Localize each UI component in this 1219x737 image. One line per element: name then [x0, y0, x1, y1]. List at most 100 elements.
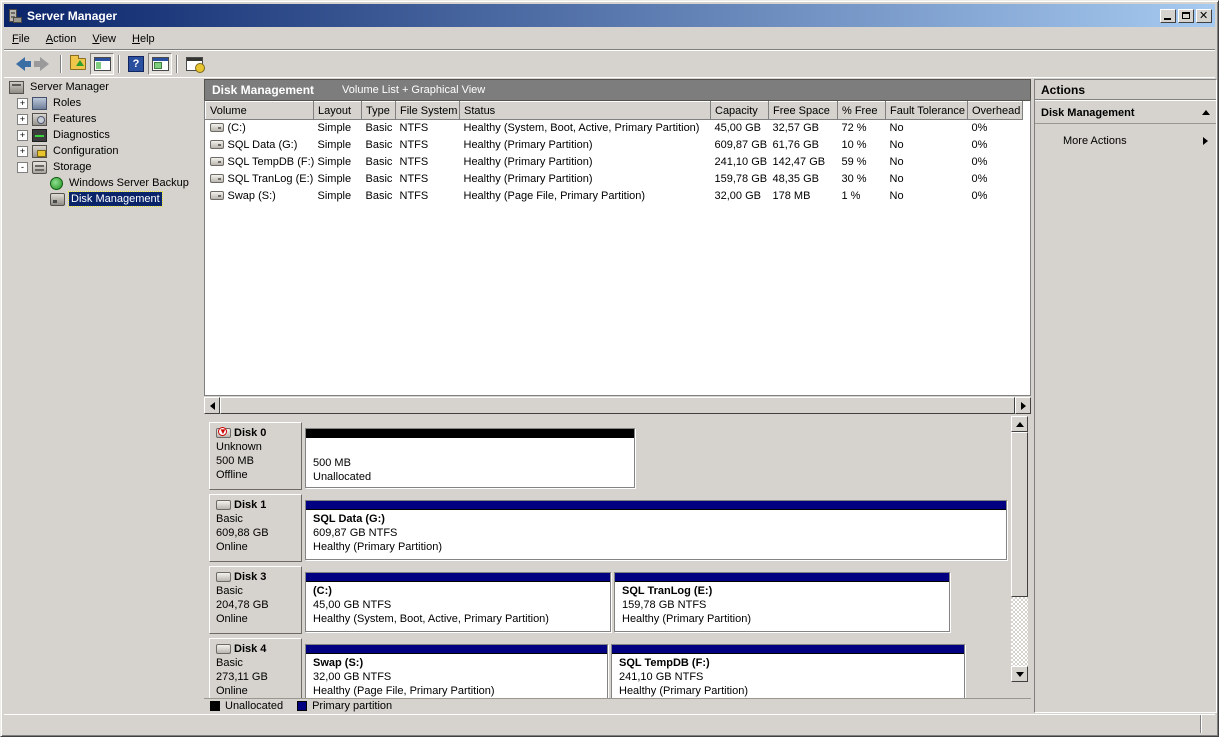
partition-sql-data[interactable]: SQL Data (G:) 609,87 GB NTFS Healthy (Pr… — [305, 500, 1007, 560]
volume-icon — [210, 123, 224, 132]
tree-item-features[interactable]: + Features — [5, 111, 201, 127]
help-icon: ? — [128, 56, 144, 72]
horizontal-scrollbar[interactable] — [204, 397, 1031, 414]
disk4-label[interactable]: Disk 4 Basic 273,11 GB Online — [209, 638, 302, 698]
storage-icon — [32, 161, 47, 174]
tree-item-server-manager[interactable]: Server Manager — [5, 79, 201, 95]
column-header-capacity[interactable]: Capacity — [711, 102, 769, 120]
folder-up-icon — [70, 58, 86, 70]
toolbar-separator — [176, 55, 178, 73]
column-header-volume[interactable]: Volume — [206, 102, 314, 120]
expand-icon[interactable]: + — [17, 114, 28, 125]
primary-partition-color-swatch — [297, 701, 307, 711]
graphical-view: ▼Disk 0 Unknown 500 MB Offline 500 MB Un… — [204, 414, 1031, 698]
tree-item-windows-server-backup[interactable]: Windows Server Backup — [5, 175, 201, 191]
partition-color-bar — [306, 573, 610, 582]
configuration-icon — [32, 145, 47, 158]
submenu-arrow-icon — [1203, 137, 1208, 145]
status-bar — [4, 714, 1215, 733]
console-options-button[interactable] — [182, 53, 206, 75]
vertical-scrollbar[interactable] — [1011, 416, 1028, 682]
action-pane-icon — [152, 57, 169, 71]
vertical-scrollbar-thumb[interactable] — [1011, 432, 1028, 597]
status-bar-pane — [4, 715, 1200, 733]
disk-row-0: ▼Disk 0 Unknown 500 MB Offline 500 MB Un… — [209, 422, 1031, 490]
toolbar: ? — [4, 51, 1215, 78]
horizontal-scrollbar-thumb[interactable] — [220, 397, 1015, 414]
maximize-button[interactable] — [1178, 9, 1194, 23]
menu-help[interactable]: Help — [124, 30, 163, 48]
column-header-status[interactable]: Status — [460, 102, 711, 120]
volume-row-sql-tranlog[interactable]: SQL TranLog (E:) Simple Basic NTFS Healt… — [206, 171, 1023, 188]
title-bar[interactable]: Server Manager ✕ — [4, 4, 1215, 27]
menu-view[interactable]: View — [84, 30, 124, 48]
volume-row-sql-data[interactable]: SQL Data (G:) Simple Basic NTFS Healthy … — [206, 137, 1023, 154]
server-manager-icon — [9, 81, 24, 94]
forward-button[interactable] — [32, 53, 56, 75]
pane-title: Disk Management — [212, 83, 314, 97]
console-tree: Server Manager + Roles + Features + Diag… — [5, 79, 201, 713]
partition-sql-tranlog[interactable]: SQL TranLog (E:) 159,78 GB NTFS Healthy … — [614, 572, 950, 632]
tree-item-roles[interactable]: + Roles — [5, 95, 201, 111]
scroll-down-button[interactable] — [1011, 666, 1028, 682]
disk-management-pane: Disk Management Volume List + Graphical … — [204, 79, 1031, 713]
expand-icon[interactable]: + — [17, 98, 28, 109]
help-button[interactable]: ? — [124, 53, 148, 75]
partition-sql-tempdb[interactable]: SQL TempDB (F:) 241,10 GB NTFS Healthy (… — [611, 644, 965, 698]
vertical-scrollbar-track[interactable] — [1011, 597, 1028, 666]
console-options-icon — [186, 57, 203, 71]
scroll-right-button[interactable] — [1015, 397, 1031, 414]
more-actions-item[interactable]: More Actions — [1035, 130, 1216, 152]
show-hide-console-tree-button[interactable] — [90, 53, 114, 75]
back-button[interactable] — [8, 53, 32, 75]
disk1-label[interactable]: Disk 1 Basic 609,88 GB Online — [209, 494, 302, 562]
volume-row-c[interactable]: (C:) Simple Basic NTFS Healthy (System, … — [206, 120, 1023, 137]
menu-action[interactable]: Action — [38, 30, 85, 48]
column-header-layout[interactable]: Layout — [314, 102, 362, 120]
windows-server-backup-icon — [50, 177, 63, 190]
volume-row-sql-tempdb[interactable]: SQL TempDB (F:) Simple Basic NTFS Health… — [206, 154, 1023, 171]
minimize-button[interactable] — [1160, 9, 1176, 23]
tree-item-disk-management[interactable]: Disk Management — [5, 191, 201, 207]
features-icon — [32, 113, 47, 126]
column-header-free-space[interactable]: Free Space — [769, 102, 838, 120]
column-header-fault-tolerance[interactable]: Fault Tolerance — [886, 102, 968, 120]
volume-row-swap[interactable]: Swap (S:) Simple Basic NTFS Healthy (Pag… — [206, 188, 1023, 205]
collapse-section-icon[interactable] — [1202, 110, 1210, 115]
partition-color-bar — [615, 573, 949, 582]
partition-unallocated[interactable]: 500 MB Unallocated — [305, 428, 635, 488]
column-header-file-system[interactable]: File System — [396, 102, 460, 120]
column-header-overhead[interactable]: Overhead — [968, 102, 1023, 120]
scroll-left-button[interactable] — [204, 397, 220, 414]
partition-color-bar — [306, 501, 1006, 510]
partition-color-bar — [612, 645, 964, 654]
collapse-icon[interactable]: - — [17, 162, 28, 173]
disk3-label[interactable]: Disk 3 Basic 204,78 GB Online — [209, 566, 302, 634]
maximize-icon — [1182, 12, 1190, 19]
volume-icon — [210, 174, 224, 183]
tree-item-storage[interactable]: - Storage — [5, 159, 201, 175]
close-icon: ✕ — [1199, 9, 1208, 22]
disk0-label[interactable]: ▼Disk 0 Unknown 500 MB Offline — [209, 422, 302, 490]
up-one-level-button[interactable] — [66, 53, 90, 75]
roles-icon — [32, 97, 47, 110]
close-button[interactable]: ✕ — [1196, 9, 1212, 23]
expand-icon[interactable]: + — [17, 130, 28, 141]
show-hide-action-pane-button[interactable] — [148, 53, 172, 75]
actions-pane: Actions Disk Management More Actions — [1034, 79, 1217, 713]
partition-c[interactable]: (C:) 45,00 GB NTFS Healthy (System, Boot… — [305, 572, 611, 632]
expand-icon[interactable]: + — [17, 146, 28, 157]
tree-item-diagnostics[interactable]: + Diagnostics — [5, 127, 201, 143]
tree-item-configuration[interactable]: + Configuration — [5, 143, 201, 159]
menu-file[interactable]: File — [4, 30, 38, 48]
partition-swap[interactable]: Swap (S:) 32,00 GB NTFS Healthy (Page Fi… — [305, 644, 608, 698]
column-header-type[interactable]: Type — [362, 102, 396, 120]
disk-icon — [216, 500, 231, 510]
actions-section-disk-management[interactable]: Disk Management — [1035, 102, 1216, 124]
resize-grip[interactable] — [1200, 715, 1215, 733]
volume-icon — [210, 157, 224, 166]
scroll-right-icon — [1021, 402, 1026, 410]
column-header-pct-free[interactable]: % Free — [838, 102, 886, 120]
scroll-up-button[interactable] — [1011, 416, 1028, 432]
disk-icon — [216, 644, 231, 654]
